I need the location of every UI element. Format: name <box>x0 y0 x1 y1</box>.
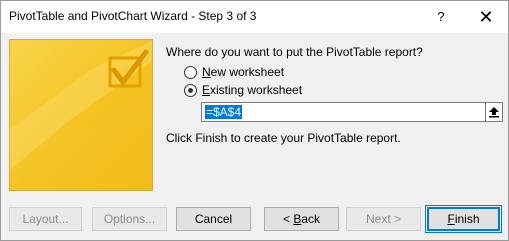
location-value: =$A$4 <box>205 105 243 119</box>
existing-worksheet-radio[interactable] <box>184 83 197 97</box>
collapse-dialog-arrow-icon <box>489 107 499 118</box>
finish-instruction: Click Finish to create your PivotTable r… <box>166 131 401 145</box>
layout-button[interactable]: Layout... <box>9 207 82 231</box>
next-button[interactable]: Next > <box>346 207 421 231</box>
wizard-dialog: PivotTable and PivotChart Wizard - Step … <box>0 0 509 241</box>
back-button[interactable]: < Back <box>264 207 339 231</box>
location-input[interactable]: =$A$4 <box>201 102 486 122</box>
title-bar: PivotTable and PivotChart Wizard - Step … <box>1 1 508 33</box>
new-worksheet-option[interactable]: New worksheet <box>184 64 284 80</box>
existing-worksheet-option[interactable]: Existing worksheet <box>184 82 302 98</box>
wizard-content: Where do you want to put the PivotTable … <box>1 33 508 192</box>
dialog-title: PivotTable and PivotChart Wizard - Step … <box>9 9 257 23</box>
button-bar: Layout... Options... Cancel < Back Next … <box>1 192 508 240</box>
wizard-illustration <box>9 39 153 191</box>
options-button[interactable]: Options... <box>92 207 167 231</box>
finish-button[interactable]: Finish <box>425 205 502 233</box>
new-worksheet-radio[interactable] <box>184 65 197 79</box>
close-button[interactable]: ✕ <box>471 4 501 30</box>
existing-worksheet-label: Existing worksheet <box>202 83 303 97</box>
checkmark-art-icon <box>10 40 152 190</box>
location-prompt: Where do you want to put the PivotTable … <box>166 45 423 59</box>
cancel-button[interactable]: Cancel <box>176 207 251 231</box>
new-worksheet-label: New worksheet <box>202 65 285 79</box>
help-button[interactable]: ? <box>426 4 456 30</box>
collapse-dialog-button[interactable] <box>485 102 503 122</box>
